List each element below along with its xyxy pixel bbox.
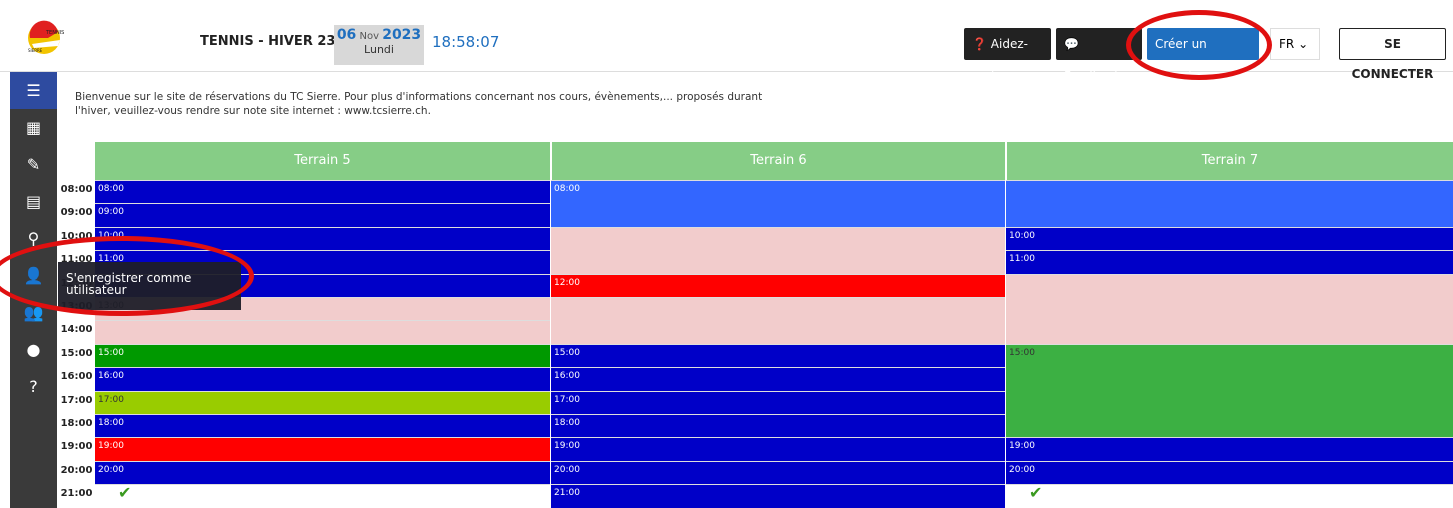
date-picker[interactable]: 06 Nov 2023 Lundi — [334, 25, 424, 65]
club-logo[interactable]: TENNIS SIERRE — [26, 20, 70, 56]
schedule-slot[interactable]: 19:00 — [1006, 437, 1453, 461]
schedule-slot[interactable]: ✔ — [1006, 483, 1453, 508]
help-button[interactable]: ❓ Aidez-moi — [964, 28, 1051, 83]
schedule-slot[interactable]: 16:00 — [95, 367, 550, 391]
feedback-button[interactable]: 💬 Feedback — [1056, 28, 1142, 83]
ticket-icon[interactable]: ✎ — [10, 146, 57, 183]
feedback-label: Feedback — [1064, 69, 1122, 83]
chat-icon: 💬 — [1064, 37, 1079, 51]
user-add-icon[interactable]: 👤 — [10, 257, 57, 294]
schedule-slot[interactable]: 15:00 — [1006, 343, 1453, 438]
date-year: 2023 — [382, 27, 422, 43]
user-icon[interactable]: ● — [10, 331, 57, 368]
sidebar: ☰ ▦ ✎ ▤ ⚲ 👤 👥 ● ? — [10, 72, 57, 508]
schedule-slot[interactable]: 10:00 — [1006, 226, 1453, 251]
schedule-slot[interactable]: 08:00 — [551, 180, 1005, 227]
svg-text:TENNIS: TENNIS — [45, 30, 64, 36]
court-header-5: Terrain 5 — [95, 142, 550, 180]
time-label: 09:00 — [60, 207, 93, 219]
welcome-message: Bienvenue sur le site de réservations du… — [75, 91, 763, 117]
checkmark-icon: ✔ — [118, 483, 132, 503]
time-label: 08:00 — [60, 184, 93, 195]
create-account-button[interactable]: Créer un compte — [1147, 28, 1259, 83]
time-label: 14:00 — [60, 324, 93, 336]
schedule-slot[interactable]: 15:00 — [95, 343, 550, 368]
schedule-slot[interactable]: 20:00 — [95, 460, 550, 485]
schedule-slot[interactable]: 21:00 — [551, 484, 1005, 508]
schedule-slot[interactable]: 09:00 — [95, 203, 550, 227]
clock: 18:58:07 — [432, 33, 500, 51]
time-label: 18:00 — [60, 418, 93, 429]
court-header-6: Terrain 6 — [551, 142, 1005, 180]
schedule-slot[interactable] — [1006, 180, 1453, 227]
schedule-slot[interactable]: 15:00 — [551, 343, 1005, 368]
schedule-slot[interactable]: 20:00 — [551, 460, 1005, 485]
time-label: 15:00 — [60, 347, 93, 359]
book-icon[interactable]: ▤ — [10, 183, 57, 220]
time-label: 17:00 — [60, 394, 93, 406]
date-day: 06 — [336, 27, 357, 43]
date-weekday: Lundi — [364, 43, 394, 56]
checkmark-icon: ✔ — [1029, 483, 1043, 503]
schedule-slot[interactable]: 16:00 — [551, 367, 1005, 391]
schedule-slot[interactable]: 17:00 — [95, 390, 550, 414]
time-label: 19:00 — [60, 441, 93, 453]
svg-text:SIERRE: SIERRE — [28, 48, 43, 53]
language-label: FR — [1279, 37, 1295, 51]
time-label: 20:00 — [60, 464, 93, 476]
schedule-slot[interactable]: 17:00 — [551, 390, 1005, 414]
schedule-slot[interactable] — [1006, 273, 1453, 344]
login-button[interactable]: SE CONNECTER — [1339, 28, 1446, 81]
question-icon: ❓ — [972, 37, 987, 51]
schedule-slot[interactable]: 11:00 — [1006, 250, 1453, 274]
schedule-slot[interactable] — [551, 297, 1005, 344]
time-label: 16:00 — [60, 371, 93, 383]
help-question-icon[interactable]: ? — [10, 368, 57, 405]
date-month: Nov — [359, 31, 380, 42]
create-account-label: Créer un compte — [1155, 37, 1207, 83]
schedule-slot[interactable]: 19:00 — [95, 437, 550, 461]
court-header-7: Terrain 7 — [1006, 142, 1453, 180]
calendar-icon[interactable]: ▦ — [10, 109, 57, 146]
time-label: 21:00 — [60, 488, 93, 500]
schedule-slot[interactable]: 20:00 — [1006, 460, 1453, 485]
register-tooltip: S'enregistrer comme utilisateur — [58, 262, 241, 310]
chevron-down-icon: ⌄ — [1298, 37, 1309, 51]
schedule-slot[interactable]: ✔ — [95, 483, 550, 508]
time-label: 10:00 — [60, 230, 93, 242]
schedule-slot[interactable]: 08:00 — [95, 180, 550, 204]
schedule-slot[interactable]: 10:00 — [95, 226, 550, 251]
schedule-slot[interactable]: 12:00 — [551, 273, 1005, 297]
language-selector[interactable]: FR ⌄ — [1270, 28, 1320, 60]
users-icon[interactable]: 👥 — [10, 294, 57, 331]
schedule-slot[interactable] — [551, 226, 1005, 274]
location-pin-icon[interactable]: ⚲ — [10, 220, 57, 257]
schedule-slot[interactable] — [95, 320, 550, 344]
schedule-slot[interactable]: 19:00 — [551, 437, 1005, 461]
schedule-slot[interactable]: 18:00 — [95, 414, 550, 438]
menu-icon[interactable]: ☰ — [10, 72, 57, 109]
top-bar: TENNIS SIERRE TENNIS - HIVER 23-24⌄ 06 N… — [0, 0, 1453, 83]
login-label: SE CONNECTER — [1351, 37, 1434, 81]
schedule-slot[interactable]: 18:00 — [551, 414, 1005, 438]
